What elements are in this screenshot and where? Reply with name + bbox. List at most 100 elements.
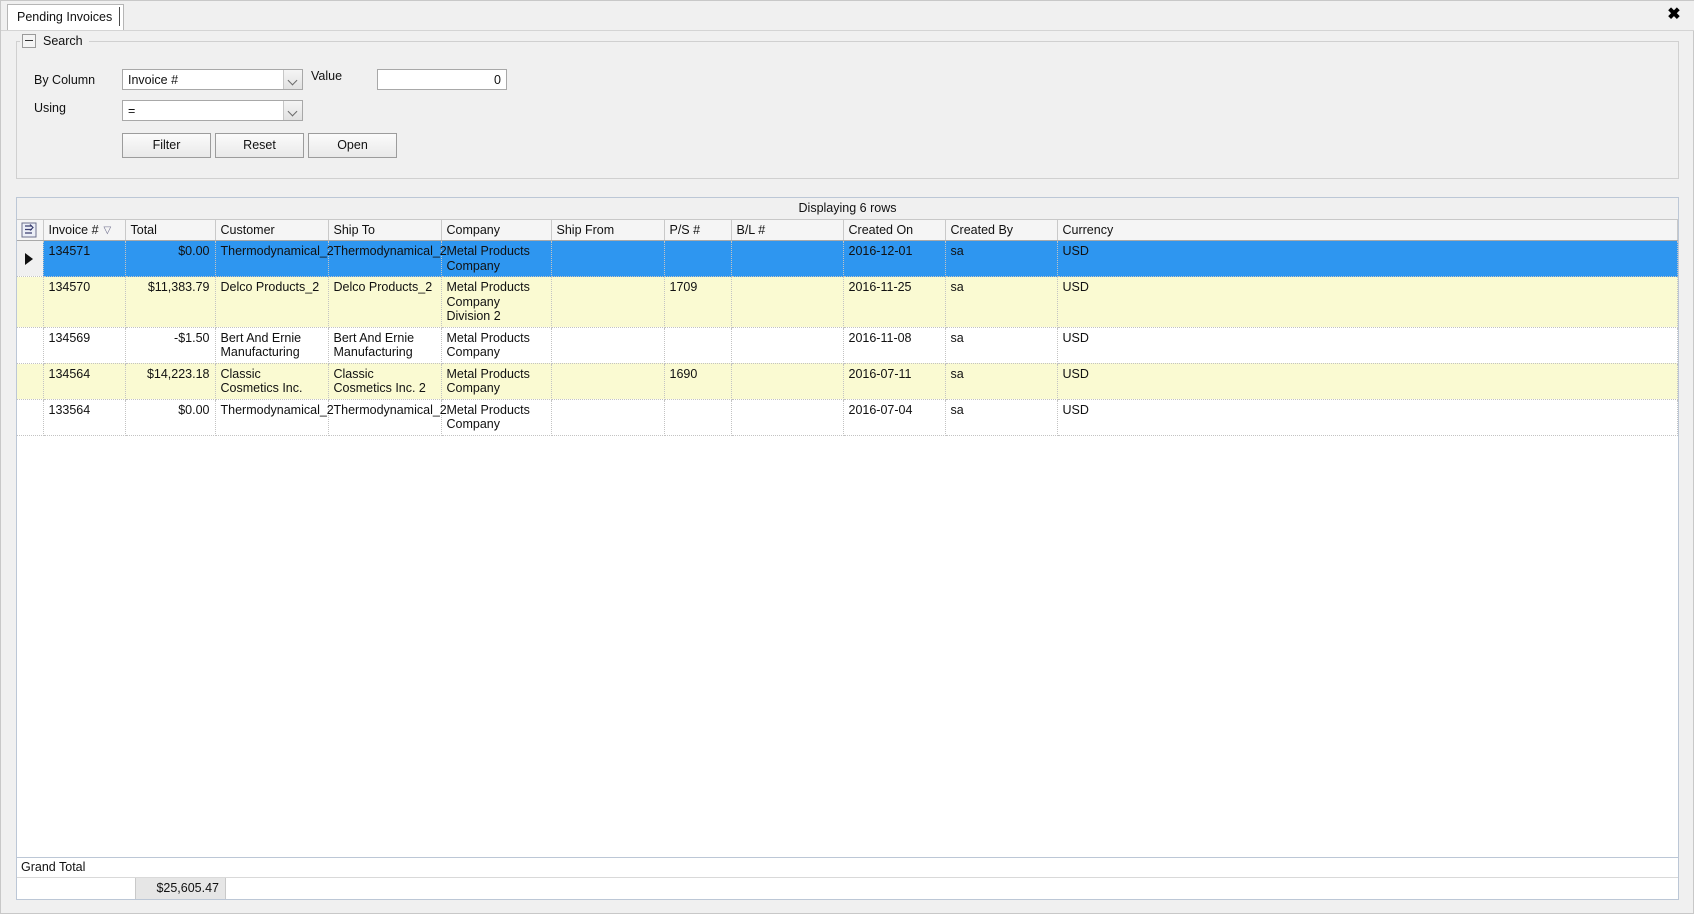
invoices-grid-panel: Displaying 6 rows Invoice # ▽ Total Cust… [16,197,1679,900]
cell-ps-num[interactable] [664,399,732,436]
cell-created-on[interactable]: 2016-11-08 [843,327,946,364]
cell-created-by[interactable]: sa [945,276,1058,328]
cell-ship-from[interactable] [551,327,665,364]
grand-total-row: $25,605.47 [17,878,1678,899]
column-header-created-on[interactable]: Created On [843,220,946,241]
cell-created-on[interactable]: 2016-12-01 [843,240,946,277]
cell-total[interactable]: $0.00 [125,240,216,277]
cell-currency[interactable]: USD [1057,240,1678,277]
column-header-company[interactable]: Company [441,220,552,241]
tab-pending-invoices[interactable]: Pending Invoices [7,4,125,30]
cell-created-by[interactable]: sa [945,399,1058,436]
cell-customer[interactable]: Thermodynamical_2 [215,240,334,277]
cell-invoice[interactable]: 134571 [43,240,126,277]
application-window: Pending Invoices ✖ Search By Column Invo… [0,0,1694,914]
cell-invoice[interactable]: 133564 [43,399,126,436]
tab-strip-caret [119,7,120,26]
cell-currency[interactable]: USD [1057,327,1678,364]
cell-total[interactable]: -$1.50 [125,327,216,364]
search-panel-header: Search [20,32,89,50]
cell-currency[interactable]: USD [1057,363,1678,400]
value-label: Value [311,69,343,83]
cell-total[interactable]: $14,223.18 [125,363,216,400]
column-header-invoice[interactable]: Invoice # ▽ [43,220,126,241]
minus-icon[interactable] [22,34,36,48]
cell-ship-from[interactable] [551,276,665,328]
column-header-currency[interactable]: Currency [1057,220,1678,241]
by-column-select[interactable]: Invoice # [122,69,303,90]
cell-created-by[interactable]: sa [945,240,1058,277]
cell-customer[interactable]: Classic Cosmetics Inc. [215,363,329,400]
cell-customer[interactable]: Thermodynamical_2 [215,399,334,436]
column-header-ship-from[interactable]: Ship From [551,220,665,241]
using-selected-value: = [128,103,136,118]
open-button[interactable]: Open [308,133,397,158]
table-row[interactable]: 134570 $11,383.79 Delco Products_2 Delco Pr… [17,276,1678,328]
cell-currency[interactable]: USD [1057,399,1678,436]
cell-ps-num[interactable]: 1709 [664,276,732,328]
cell-created-on[interactable]: 2016-07-11 [843,363,946,400]
cell-ship-from[interactable] [551,399,665,436]
cell-bl-num[interactable] [731,327,844,364]
row-selector[interactable] [17,363,44,400]
table-row[interactable]: 134564 $14,223.18 Classic Cosmetics Inc. Cl… [17,363,1678,400]
filter-button[interactable]: Filter [122,133,211,158]
cell-bl-num[interactable] [731,276,844,328]
cell-created-by[interactable]: sa [945,327,1058,364]
cell-bl-num[interactable] [731,399,844,436]
cell-ship-to[interactable]: Bert And Ernie Manufacturing [328,327,442,364]
cell-ship-to[interactable]: Classic Cosmetics Inc. 2 [328,363,442,400]
cell-company[interactable]: Metal Products Company [441,240,552,277]
column-header-created-by[interactable]: Created By [945,220,1058,241]
reset-button[interactable]: Reset [215,133,304,158]
cell-company[interactable]: Metal Products Company Division 2 [441,276,552,328]
column-header-ship-to[interactable]: Ship To [328,220,442,241]
cell-created-by[interactable]: sa [945,363,1058,400]
cell-customer[interactable]: Bert And Ernie Manufacturing [215,327,329,364]
column-header-total[interactable]: Total [125,220,216,241]
cell-ship-to[interactable]: Thermodynamical_2 [328,399,447,436]
row-selector[interactable] [17,399,44,436]
row-selector[interactable] [17,327,44,364]
cell-ps-num[interactable] [664,240,732,277]
cell-company[interactable]: Metal Products Company [441,399,552,436]
column-header-ps-num[interactable]: P/S # [664,220,732,241]
cell-ship-to[interactable]: Delco Products_2 [328,276,442,328]
cell-customer[interactable]: Delco Products_2 [215,276,329,328]
cell-ship-from[interactable] [551,240,665,277]
by-column-selected-value: Invoice # [128,72,179,87]
cell-invoice[interactable]: 134570 [43,276,126,328]
row-selector[interactable] [17,276,44,328]
cell-company[interactable]: Metal Products Company [441,327,552,364]
cell-ship-to[interactable]: Thermodynamical_2 [328,240,447,277]
cell-bl-num[interactable] [731,363,844,400]
cell-total[interactable]: $11,383.79 [125,276,216,328]
column-header-customer[interactable]: Customer [215,220,329,241]
grand-total-filler [226,878,1678,899]
cell-ship-from[interactable] [551,363,665,400]
cell-ps-num[interactable]: 1690 [664,363,732,400]
invoices-table: Invoice # ▽ Total Customer Ship To Compan… [17,220,1678,436]
cell-currency[interactable]: USD [1057,276,1678,328]
chevron-down-icon[interactable] [283,101,302,120]
column-header-bl-num[interactable]: B/L # [731,220,844,241]
grand-total-value: $25,605.47 [136,878,226,899]
using-operator-select[interactable]: = [122,100,303,121]
table-body: 134571 $0.00 Thermodynamical_2 Thermodynami… [17,240,1678,436]
cell-invoice[interactable]: 134569 [43,327,126,364]
value-input[interactable] [377,69,507,90]
table-row[interactable]: 134569 -$1.50 Bert And Ernie Manufacturing… [17,327,1678,364]
chevron-down-icon[interactable] [283,70,302,89]
cell-ps-num[interactable] [664,327,732,364]
row-selector[interactable] [17,240,44,277]
cell-created-on[interactable]: 2016-07-04 [843,399,946,436]
cell-total[interactable]: $0.00 [125,399,216,436]
close-icon[interactable]: ✖ [1661,3,1687,27]
select-all-header[interactable] [17,220,44,241]
cell-created-on[interactable]: 2016-11-25 [843,276,946,328]
cell-invoice[interactable]: 134564 [43,363,126,400]
table-row[interactable]: 133564 $0.00 Thermodynamical_2 Thermodynami… [17,399,1678,436]
table-row[interactable]: 134571 $0.00 Thermodynamical_2 Thermodynami… [17,240,1678,277]
cell-company[interactable]: Metal Products Company [441,363,552,400]
cell-bl-num[interactable] [731,240,844,277]
